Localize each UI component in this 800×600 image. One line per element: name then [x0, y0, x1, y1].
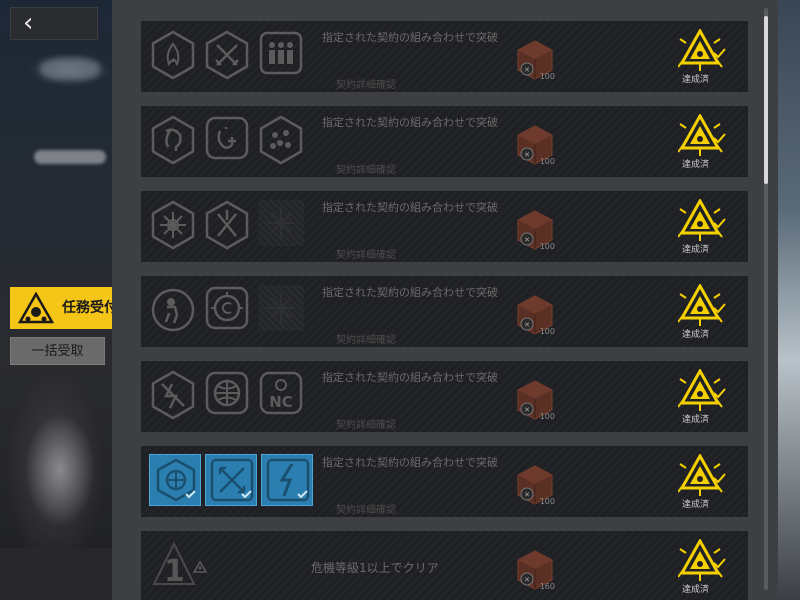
contract-detail-link[interactable]: 契約詳細確認 [336, 416, 396, 431]
completed-emblem-icon [676, 199, 727, 243]
contract-detail-link[interactable]: 契約詳細確認 [336, 76, 396, 91]
reward-quantity: 100 [539, 242, 555, 251]
globe-grid-icon[interactable] [204, 370, 250, 416]
compass-burst-icon[interactable] [150, 200, 196, 250]
lightning-slash-icon[interactable] [261, 454, 313, 506]
back-button[interactable]: ‹ [10, 7, 98, 40]
reward-quantity: 160 [539, 582, 555, 591]
status-label: 達成済 [682, 160, 710, 170]
completed-emblem-icon [676, 454, 727, 498]
status-label: 達成済 [682, 585, 710, 595]
mission-row[interactable]: 1 危機等級1以上でクリア 160 達成済 [141, 531, 748, 600]
completion-status: 達成済 [676, 539, 728, 597]
nc-contract-icon[interactable]: NC [258, 370, 304, 416]
contract-detail-link[interactable]: 契約詳細確認 [336, 331, 396, 346]
contract-detail-link[interactable]: 契約詳細確認 [336, 246, 396, 261]
completion-status: 達成済 [676, 454, 728, 512]
completion-status: 達成済 [676, 369, 728, 427]
danger-rank-icon: 1 [150, 540, 210, 590]
mission-row[interactable]: 指定された契約の組み合わせで突破 契約詳細確認 100 達成済 [141, 191, 748, 262]
reward-quantity: 100 [539, 157, 555, 166]
mission-description: 指定された契約の組み合わせで突破 [322, 116, 498, 129]
background-blur-right [778, 0, 800, 600]
danger-rank-number: 1 [164, 554, 185, 589]
fire-contract-icon[interactable] [150, 30, 196, 80]
swarm-contract-icon[interactable] [258, 115, 304, 165]
target-copyright-icon[interactable] [204, 285, 250, 331]
completion-status: 達成済 [676, 284, 728, 342]
locked-slot-icon [258, 200, 304, 246]
contract-detail-link[interactable]: 契約詳細確認 [336, 501, 396, 516]
reward-quantity: 100 [539, 72, 555, 81]
reward-item[interactable]: 100 [515, 379, 555, 421]
completed-emblem-icon [676, 284, 727, 328]
mission-row[interactable]: NC 指定された契約の組み合わせで突破 契約詳細確認 100 達成済 [141, 361, 748, 432]
reward-item[interactable]: 100 [515, 294, 555, 336]
creature-contract-icon[interactable] [150, 115, 196, 165]
crosshair-globe-icon[interactable] [149, 454, 201, 506]
reward-quantity: 100 [539, 497, 555, 506]
background-emblem [40, 58, 100, 80]
mission-description: 指定された契約の組み合わせで突破 [322, 31, 498, 44]
status-label: 達成済 [682, 500, 710, 510]
mission-description: 指定された契約の組み合わせで突破 [322, 286, 498, 299]
reward-item[interactable]: 100 [515, 39, 555, 81]
squad-grid-icon[interactable] [258, 30, 304, 76]
mission-description: 指定された契約の組み合わせで突破 [322, 371, 498, 384]
mission-row[interactable]: 指定された契約の組み合わせで突破 契約詳細確認 100 達成済 [141, 276, 748, 347]
reward-item[interactable]: 100 [515, 464, 555, 506]
completed-emblem-icon [676, 369, 727, 413]
tab-task-reception-label: 任務受付 [62, 300, 118, 316]
chevron-left-icon: ‹ [23, 8, 34, 38]
reward-quantity: 100 [539, 412, 555, 421]
completed-emblem-icon [676, 114, 727, 158]
mission-description: 指定された契約の組み合わせで突破 [322, 456, 498, 469]
completed-emblem-icon [676, 539, 727, 583]
reward-item[interactable]: 100 [515, 124, 555, 166]
reward-item[interactable]: 100 [515, 209, 555, 251]
rhodes-triangle-icon [18, 292, 54, 324]
status-label: 達成済 [682, 330, 710, 340]
mission-row[interactable]: 指定された契約の組み合わせで突破 契約詳細確認 100 達成済 [141, 21, 748, 92]
contract-detail-link[interactable]: 契約詳細確認 [336, 161, 396, 176]
mission-row[interactable]: 指定された契約の組み合わせで突破 契約詳細確認 100 達成済 [141, 446, 748, 517]
collect-all-button[interactable]: 一括受取 [10, 337, 105, 365]
svg-text:NC: NC [269, 393, 293, 411]
arrows-converge-icon[interactable] [205, 454, 257, 506]
completion-status: 達成済 [676, 29, 728, 87]
cost-plus-icon[interactable] [204, 115, 250, 161]
mission-description: 危機等級1以上でクリア [311, 561, 439, 575]
completed-emblem-icon [676, 29, 727, 73]
reward-quantity: 100 [539, 327, 555, 336]
scrollbar-thumb[interactable] [764, 16, 768, 184]
status-label: 達成済 [682, 245, 710, 255]
operator-silhouette-icon[interactable] [150, 285, 196, 335]
reward-item[interactable]: 160 [515, 549, 555, 591]
mission-row[interactable]: 指定された契約の組み合わせで突破 契約詳細確認 100 達成済 [141, 106, 748, 177]
mission-description: 指定された契約の組み合わせで突破 [322, 201, 498, 214]
status-label: 達成済 [682, 75, 710, 85]
blade-cross-icon[interactable] [204, 200, 250, 250]
completion-status: 達成済 [676, 114, 728, 172]
completion-status: 達成済 [676, 199, 728, 257]
background-bar [0, 548, 112, 600]
crossed-swords-icon[interactable] [204, 30, 250, 80]
background-pill [34, 150, 106, 164]
status-label: 達成済 [682, 415, 710, 425]
locked-slot-icon [258, 285, 304, 331]
broken-shield-icon[interactable] [150, 370, 196, 420]
